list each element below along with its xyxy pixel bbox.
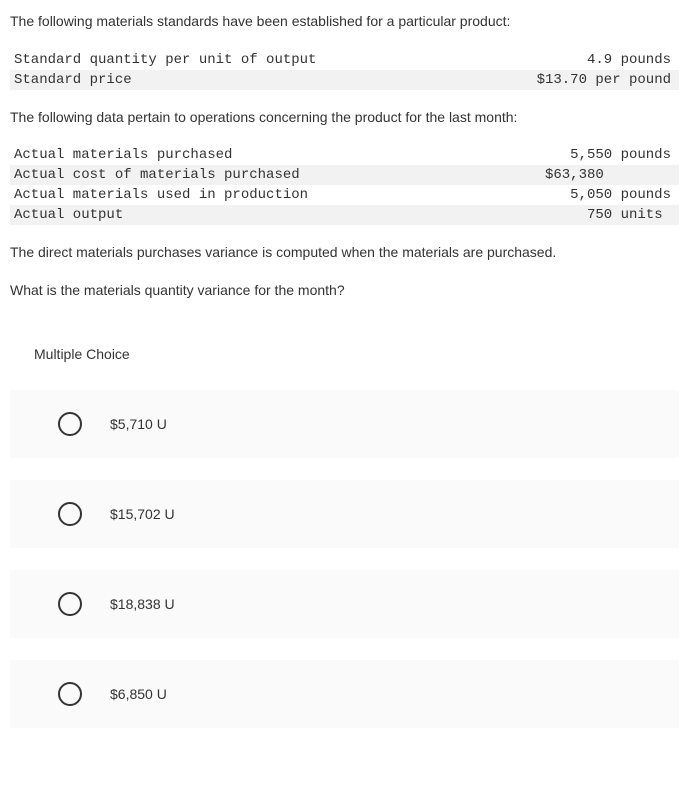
option-label: $6,850 U	[110, 686, 167, 702]
row-value: 5,050 pounds	[570, 187, 671, 203]
row-value: 750 units	[587, 207, 671, 223]
option-label: $18,838 U	[110, 596, 175, 612]
row-value: $63,380	[545, 167, 671, 183]
table-row: Standard price $13.70 per pound	[10, 70, 679, 90]
row-value: 5,550 pounds	[570, 147, 671, 163]
data-intro-text: The following data pertain to operations…	[10, 108, 679, 128]
mc-option[interactable]: $15,702 U	[10, 480, 679, 548]
standards-table: Standard quantity per unit of output 4.9…	[10, 50, 679, 90]
table-row: Standard quantity per unit of output 4.9…	[10, 50, 679, 70]
row-label: Actual output	[14, 207, 123, 223]
option-label: $5,710 U	[110, 416, 167, 432]
row-label: Standard quantity per unit of output	[14, 52, 316, 68]
mc-option[interactable]: $18,838 U	[10, 570, 679, 638]
row-value: 4.9 pounds	[587, 52, 671, 68]
option-label: $15,702 U	[110, 506, 175, 522]
table-row: Actual cost of materials purchased $63,3…	[10, 165, 679, 185]
table-row: Actual output 750 units	[10, 205, 679, 225]
table-row: Actual materials used in production 5,05…	[10, 185, 679, 205]
row-label: Actual materials used in production	[14, 187, 308, 203]
row-label: Actual materials purchased	[14, 147, 232, 163]
row-label: Standard price	[14, 72, 132, 88]
question-text: What is the materials quantity variance …	[10, 281, 679, 301]
radio-icon[interactable]	[58, 412, 82, 436]
actuals-table: Actual materials purchased 5,550 pounds …	[10, 145, 679, 225]
table-row: Actual materials purchased 5,550 pounds	[10, 145, 679, 165]
mc-option[interactable]: $5,710 U	[10, 390, 679, 458]
radio-icon[interactable]	[58, 502, 82, 526]
mc-option[interactable]: $6,850 U	[10, 660, 679, 728]
radio-icon[interactable]	[58, 682, 82, 706]
row-label: Actual cost of materials purchased	[14, 167, 300, 183]
row-value: $13.70 per pound	[537, 72, 671, 88]
radio-icon[interactable]	[58, 592, 82, 616]
intro-text: The following materials standards have b…	[10, 12, 679, 32]
multiple-choice-label: Multiple Choice	[10, 328, 679, 390]
note-text: The direct materials purchases variance …	[10, 243, 679, 263]
